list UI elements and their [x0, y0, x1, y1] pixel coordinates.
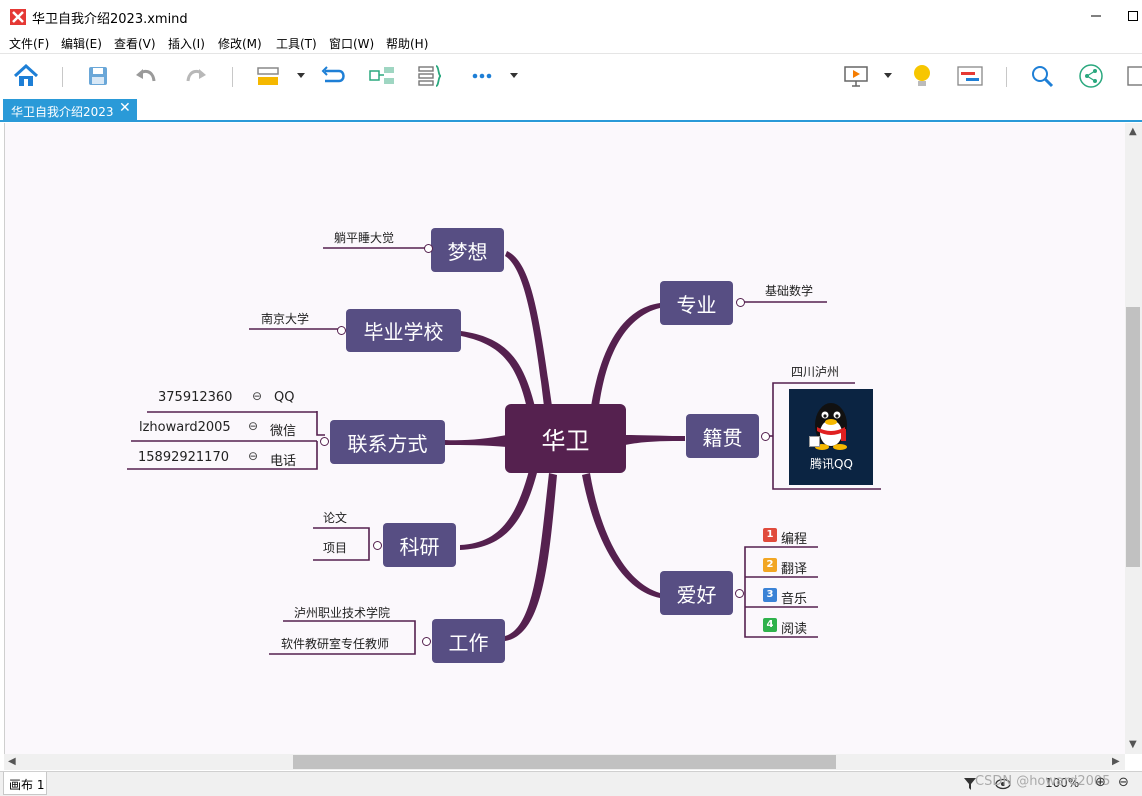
menu-insert[interactable]: 插入(I): [168, 35, 205, 52]
collapse-minus-icon[interactable]: ⊖: [248, 419, 258, 433]
close-icon[interactable]: ✕: [119, 100, 131, 116]
zoom-out-icon[interactable]: ⊖: [1118, 775, 1129, 790]
collapse-toggle[interactable]: [320, 437, 329, 446]
contact-wechat-label[interactable]: 微信: [270, 420, 296, 439]
idea-icon[interactable]: [908, 62, 936, 90]
collapse-toggle[interactable]: [735, 589, 744, 598]
contact-wechat-value[interactable]: lzhoward2005: [139, 420, 231, 435]
horizontal-scroll-thumb[interactable]: [293, 755, 836, 769]
shortcut-arrow-icon: [809, 436, 820, 447]
contact-phone-value[interactable]: 15892921170: [138, 450, 229, 465]
collapse-toggle[interactable]: [761, 432, 770, 441]
toolbar-separator: [62, 67, 63, 87]
vertical-scroll-thumb[interactable]: [1126, 307, 1140, 567]
collapse-toggle[interactable]: [424, 244, 433, 253]
document-tab-strip: 华卫自我介绍2023 ✕: [0, 97, 1142, 122]
subtopic-hobby-3[interactable]: 音乐: [781, 588, 807, 607]
priority-3-icon[interactable]: 3: [763, 588, 777, 602]
scroll-down-arrow-icon[interactable]: ▼: [1129, 739, 1137, 750]
menu-file[interactable]: 文件(F): [9, 35, 49, 52]
document-tab[interactable]: 华卫自我介绍2023 ✕: [3, 99, 137, 122]
document-tab-label: 华卫自我介绍2023: [11, 105, 114, 119]
topic-research[interactable]: 科研: [383, 523, 456, 567]
menu-modify[interactable]: 修改(M): [218, 35, 262, 52]
priority-2-icon[interactable]: 2: [763, 558, 777, 572]
priority-1-icon[interactable]: 1: [763, 528, 777, 542]
topic-style-icon[interactable]: [254, 62, 282, 90]
maximize-icon: [1128, 11, 1138, 21]
maximize-button[interactable]: [1112, 0, 1142, 32]
panel-icon[interactable]: [1124, 62, 1142, 90]
subtopic-work-1[interactable]: 泸州职业技术学院: [294, 604, 390, 621]
topic-contact[interactable]: 联系方式: [330, 420, 445, 464]
xmind-logo-icon: [10, 9, 26, 25]
presentation-icon[interactable]: [842, 62, 870, 90]
zoom-in-icon[interactable]: ⊕: [1095, 775, 1106, 790]
toolbar-separator: [1006, 67, 1007, 87]
subtopic-hobby-4[interactable]: 阅读: [781, 618, 807, 637]
contact-qq-value[interactable]: 375912360: [158, 390, 232, 405]
collapse-toggle[interactable]: [373, 541, 382, 550]
priority-4-icon[interactable]: 4: [763, 618, 777, 632]
share-icon[interactable]: [1077, 62, 1105, 90]
subtopic-hobby-2[interactable]: 翻译: [781, 558, 807, 577]
central-topic[interactable]: 华卫: [505, 404, 626, 473]
subtopic-research-1[interactable]: 论文: [323, 509, 347, 526]
topic-dream[interactable]: 梦想: [431, 228, 504, 272]
menu-view[interactable]: 查看(V): [114, 35, 156, 52]
minimize-icon: [1091, 15, 1101, 17]
menu-window[interactable]: 窗口(W): [329, 35, 374, 52]
toolbar: [0, 53, 1142, 97]
collapse-toggle[interactable]: [422, 637, 431, 646]
window-title: 华卫自我介绍2023.xmind: [32, 12, 188, 27]
collapse-minus-icon[interactable]: ⊖: [252, 389, 262, 403]
title-bar: 华卫自我介绍2023.xmind: [0, 0, 1142, 32]
gantt-icon[interactable]: [956, 62, 984, 90]
collapse-toggle[interactable]: [337, 326, 346, 335]
menu-tools[interactable]: 工具(T): [276, 35, 317, 52]
subtopic-major-1[interactable]: 基础数学: [765, 282, 813, 299]
contact-phone-label[interactable]: 电话: [270, 450, 296, 469]
topic-work[interactable]: 工作: [432, 619, 505, 663]
search-icon[interactable]: [1028, 62, 1056, 90]
qq-image-caption: 腾讯QQ: [810, 457, 853, 471]
watermark-text: CSDN @howard2005: [975, 774, 1111, 789]
minimize-button[interactable]: [1075, 0, 1117, 32]
more-icon[interactable]: [468, 62, 496, 90]
scroll-up-arrow-icon[interactable]: ▲: [1129, 126, 1137, 137]
home-icon[interactable]: [12, 62, 40, 90]
scroll-right-arrow-icon[interactable]: ▶: [1112, 756, 1120, 767]
toolbar-separator: [232, 67, 233, 87]
sheet-tab[interactable]: 画布 1: [3, 772, 47, 795]
subtopic-dream-1[interactable]: 躺平睡大觉: [334, 229, 394, 246]
topic-hometown[interactable]: 籍贯: [686, 414, 759, 458]
subtopic-hobby-1[interactable]: 编程: [781, 528, 807, 547]
menu-bar: 文件(F) 编辑(E) 查看(V) 插入(I) 修改(M) 工具(T) 窗口(W…: [0, 33, 1142, 53]
mindmap-canvas[interactable]: 华卫 梦想 毕业学校 联系方式 科研 工作 专业 籍贯 爱好 躺平睡大觉 南京大…: [4, 123, 1125, 754]
topic-major[interactable]: 专业: [660, 281, 733, 325]
contact-qq-label[interactable]: QQ: [274, 390, 294, 405]
topic-style-dropdown-icon[interactable]: [297, 73, 305, 78]
menu-edit[interactable]: 编辑(E): [61, 35, 102, 52]
more-dropdown-icon[interactable]: [510, 73, 518, 78]
summary-icon[interactable]: [368, 62, 396, 90]
topic-school[interactable]: 毕业学校: [346, 309, 461, 352]
menu-help[interactable]: 帮助(H): [386, 35, 428, 52]
undo-icon[interactable]: [132, 62, 160, 90]
subtopic-work-2[interactable]: 软件教研室专任教师: [281, 635, 389, 652]
collapse-toggle[interactable]: [736, 298, 745, 307]
boundary-icon[interactable]: [416, 62, 444, 90]
status-bar: 画布 1 100% CSDN @howard2005 ⊕ ⊖: [0, 771, 1142, 796]
collapse-minus-icon[interactable]: ⊖: [248, 449, 258, 463]
topic-hobby[interactable]: 爱好: [660, 571, 733, 615]
scroll-left-arrow-icon[interactable]: ◀: [8, 756, 16, 767]
presentation-dropdown-icon[interactable]: [884, 73, 892, 78]
subtopic-hometown-1[interactable]: 四川泸州: [791, 363, 839, 380]
relationship-icon[interactable]: [320, 62, 348, 90]
save-icon[interactable]: [84, 62, 112, 90]
subtopic-school-1[interactable]: 南京大学: [261, 310, 309, 327]
subtopic-research-2[interactable]: 项目: [323, 539, 347, 556]
redo-icon[interactable]: [182, 62, 210, 90]
